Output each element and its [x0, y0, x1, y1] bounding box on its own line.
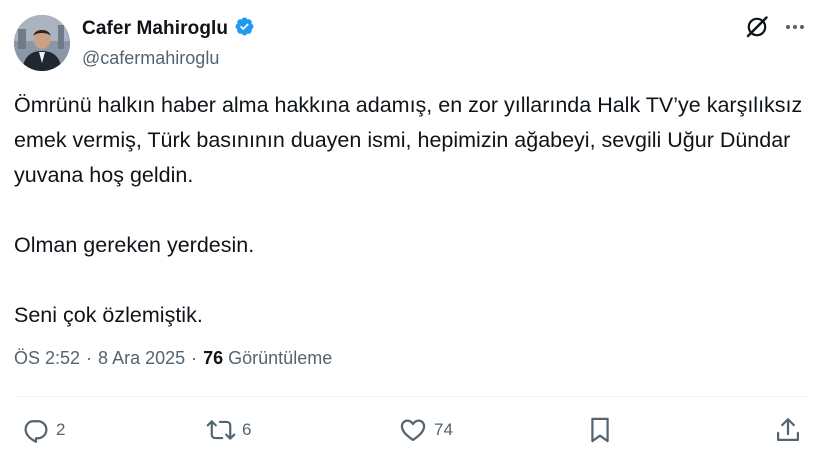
display-name[interactable]: Cafer Mahiroglu — [82, 18, 228, 40]
verified-badge-icon — [234, 16, 255, 42]
views-count[interactable]: 76 — [203, 348, 223, 369]
divider — [14, 396, 806, 397]
avatar[interactable] — [14, 15, 70, 71]
like-button[interactable]: 74 — [398, 416, 453, 444]
repost-button[interactable]: 6 — [206, 416, 251, 444]
share-button[interactable] — [774, 416, 802, 444]
author-names: Cafer Mahiroglu @cafermahiroglu — [82, 16, 255, 69]
views-label[interactable]: Görüntüleme — [228, 348, 332, 369]
more-icon[interactable] — [784, 16, 806, 38]
tweet-meta: ÖS 2:52 · 8 Ara 2025 · 76 Görüntüleme — [14, 348, 332, 369]
reply-count: 2 — [56, 420, 66, 439]
reply-button[interactable]: 2 — [22, 416, 65, 444]
handle[interactable]: @cafermahiroglu — [82, 48, 255, 69]
tweet-text: Ömrünü halkın haber alma hakkına adamış,… — [14, 93, 803, 327]
action-bar: 2 6 74 — [14, 416, 806, 450]
bookmark-button[interactable] — [588, 416, 612, 444]
share-icon — [774, 416, 802, 444]
heart-icon — [398, 416, 428, 444]
tweet-header: Cafer Mahiroglu @cafermahiroglu — [14, 12, 806, 72]
tweet-time[interactable]: ÖS 2:52 — [14, 348, 80, 369]
header-actions — [744, 14, 806, 40]
tweet-date[interactable]: 8 Ara 2025 — [98, 348, 185, 369]
repost-icon — [206, 416, 236, 444]
repost-count: 6 — [242, 420, 252, 439]
meta-separator: · — [191, 348, 198, 368]
like-count: 74 — [434, 420, 453, 439]
bookmark-icon — [588, 416, 612, 444]
meta-separator: · — [86, 348, 93, 368]
reply-icon — [22, 416, 50, 444]
grok-icon[interactable] — [744, 14, 770, 40]
